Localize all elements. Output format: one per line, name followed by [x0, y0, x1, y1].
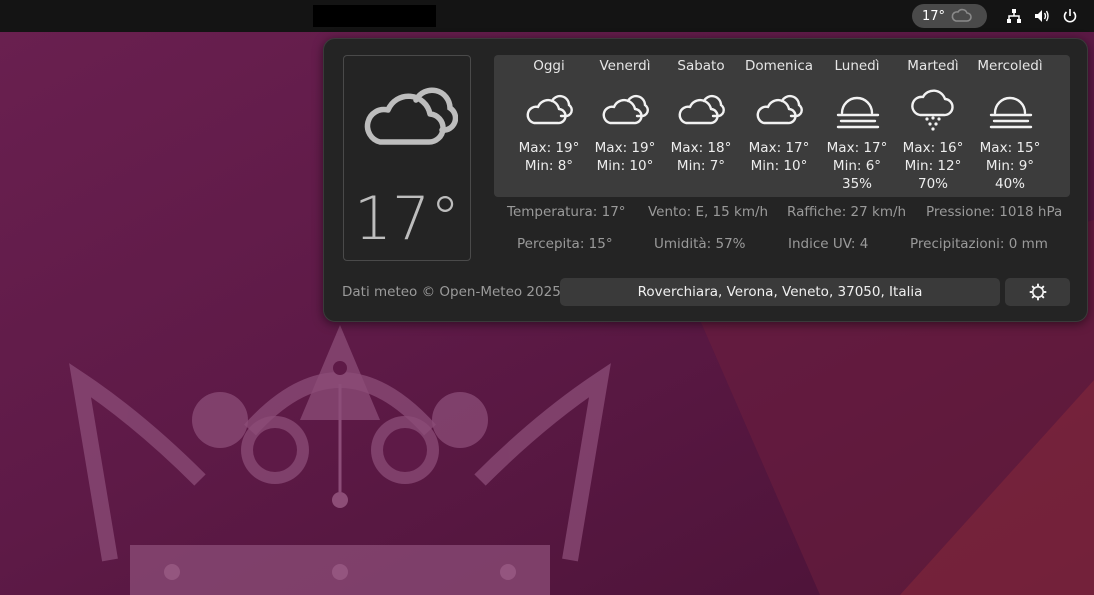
day-min: Min: 7°	[676, 158, 726, 174]
day-min: Min: 9°	[985, 158, 1035, 174]
data-credits: Dati meteo © Open-Meteo 2025	[342, 284, 561, 300]
redacted-area	[313, 5, 436, 27]
day-name: Venerdì	[599, 58, 651, 74]
cloud-icon	[364, 87, 458, 145]
day-name: Sabato	[677, 58, 725, 74]
day-min: Min: 10°	[750, 158, 808, 174]
day-name: Mercoledì	[977, 58, 1043, 74]
detail-uv-index: Indice UV: 4	[788, 236, 869, 252]
fog-icon	[836, 96, 880, 129]
detail-precipitation: Precipitazioni: 0 mm	[910, 236, 1048, 252]
day-max: Max: 17°	[748, 140, 810, 156]
settings-button[interactable]	[1005, 278, 1070, 306]
day-max: Max: 18°	[670, 140, 732, 156]
cloud-icon	[951, 8, 972, 22]
day-max: Max: 17°	[826, 140, 888, 156]
day-max: Max: 15°	[979, 140, 1041, 156]
cloudy-icon	[678, 94, 725, 125]
forecast-grid: Oggi Max: 19° Min: 8° Venerdì Max: 19° M…	[494, 55, 1070, 197]
weather-indicator[interactable]: 17°	[912, 4, 987, 28]
weather-panel: 17° Oggi Max: 19° Min: 8° Venerdì Max: 1…	[323, 38, 1088, 322]
day-precip: 35%	[841, 176, 872, 192]
day-max: Max: 16°	[902, 140, 964, 156]
day-precip: 40%	[994, 176, 1025, 192]
detail-feels-like: Percepita: 15°	[517, 236, 613, 252]
day-max: Max: 19°	[518, 140, 580, 156]
detail-pressure: Pressione: 1018 hPa	[926, 204, 1063, 220]
day-min: Min: 8°	[524, 158, 574, 174]
top-bar: 17°	[0, 0, 1094, 32]
cloudy-icon	[602, 94, 649, 125]
current-weather: 17°	[343, 55, 471, 261]
gear-icon	[1029, 283, 1046, 301]
location-label: Roverchiara, Verona, Veneto, 37050, Ital…	[637, 284, 923, 300]
day-min: Min: 12°	[904, 158, 962, 174]
rain-icon	[911, 89, 954, 131]
day-name: Oggi	[533, 58, 565, 74]
cloudy-icon	[756, 94, 803, 125]
location-button[interactable]: Roverchiara, Verona, Veneto, 37050, Ital…	[560, 278, 1000, 306]
day-name: Lunedì	[834, 58, 880, 74]
day-max: Max: 19°	[594, 140, 656, 156]
volume-icon[interactable]	[1033, 7, 1051, 25]
day-min: Min: 6°	[832, 158, 882, 174]
detail-temperature: Temperatura: 17°	[507, 204, 626, 220]
detail-gusts: Raffiche: 27 km/h	[787, 204, 907, 220]
cloudy-icon	[526, 94, 573, 125]
fog-icon	[989, 96, 1033, 129]
detail-wind: Vento: E, 15 km/h	[648, 204, 769, 220]
day-name: Martedì	[907, 58, 959, 74]
current-temperature: 17°	[353, 184, 461, 254]
network-icon[interactable]	[1005, 7, 1023, 25]
day-name: Domenica	[744, 58, 814, 74]
day-precip: 70%	[917, 176, 948, 192]
day-min: Min: 10°	[596, 158, 654, 174]
power-icon[interactable]	[1061, 7, 1079, 25]
detail-humidity: Umidità: 57%	[654, 236, 746, 252]
indicator-temperature: 17°	[922, 8, 946, 24]
